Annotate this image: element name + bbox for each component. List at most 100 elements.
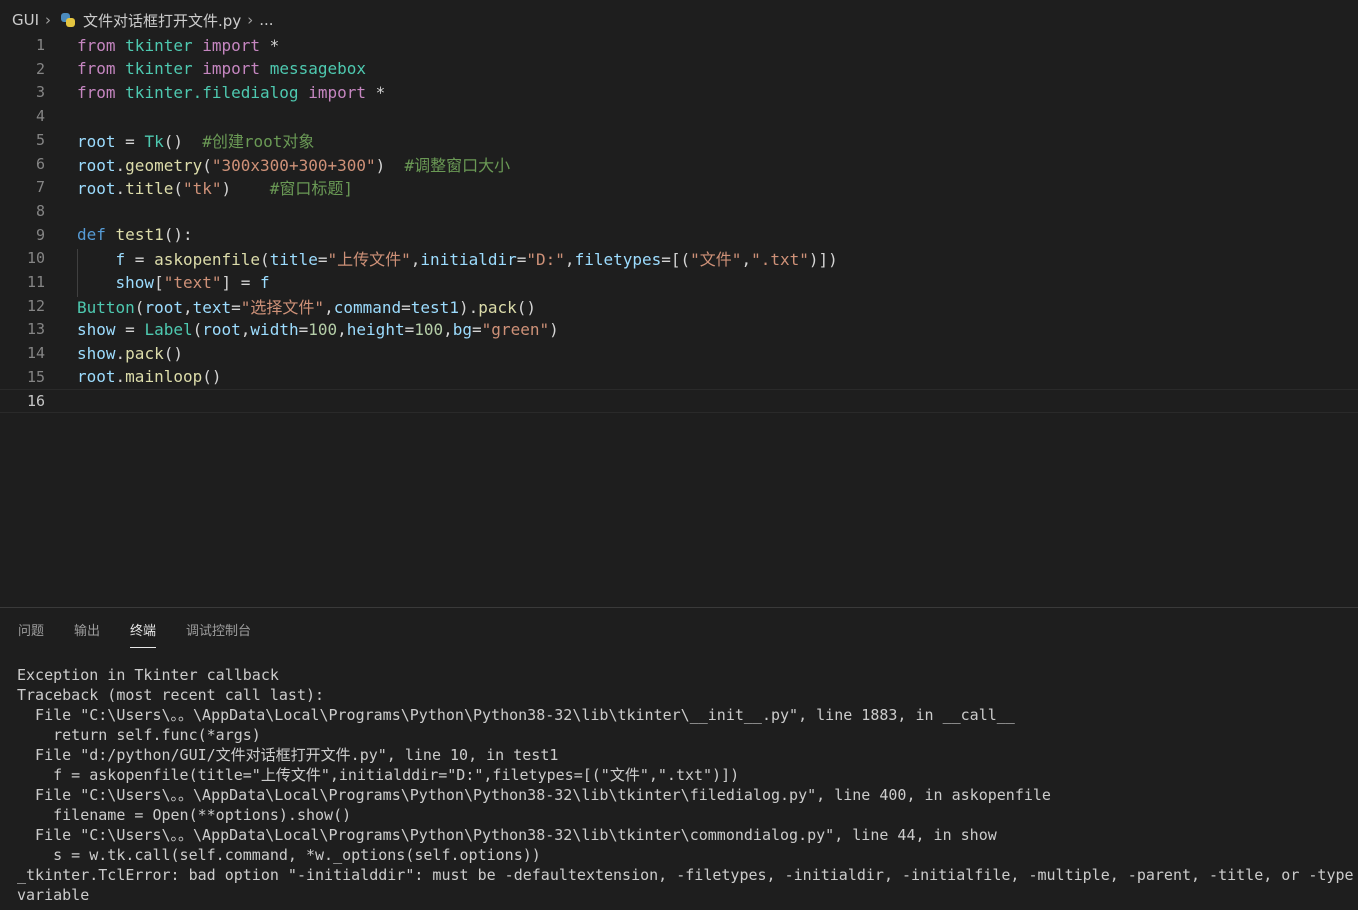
code-token: "上传文件" — [327, 250, 411, 270]
code-line[interactable]: 10 f = askopenfile(title="上传文件",initiald… — [0, 246, 1358, 270]
code-line[interactable]: 4 — [0, 104, 1358, 128]
tab-1[interactable]: 输出 — [74, 620, 100, 648]
breadcrumb-file[interactable]: 文件对话框打开文件.py — [83, 10, 241, 31]
code-token: pack — [478, 297, 517, 317]
code-token: "300x300+300+300" — [211, 155, 376, 175]
code-token: show — [77, 319, 116, 339]
code-token: = — [401, 297, 411, 317]
code-text: root.mainloop() — [77, 367, 222, 386]
code-line[interactable]: 12 Button(root,text="选择文件",command=test1)… — [0, 294, 1358, 318]
terminal-line: variable — [17, 886, 90, 904]
code-editor[interactable]: 1 from tkinter import * 2 from tkinter impo… — [0, 33, 1358, 608]
code-token: 100 — [308, 319, 338, 339]
code-token: )]) — [808, 250, 838, 270]
code-token: = — [516, 250, 527, 270]
code-token: root — [77, 179, 116, 199]
code-token: filetypes — [574, 250, 662, 270]
code-token: ) — [375, 155, 405, 175]
code-token: import — [308, 82, 366, 102]
code-line[interactable]: 9 def test1(): — [0, 223, 1358, 247]
terminal-line: s = w.tk.call(self.command, *w._options(… — [17, 846, 541, 864]
terminal-line: f = askopenfile(title="上传文件",initialddir… — [17, 766, 740, 784]
code-text: show.pack() — [77, 344, 183, 363]
line-number: 2 — [35, 59, 45, 78]
code-token: #窗口标题] — [269, 179, 353, 199]
code-token: . — [115, 155, 126, 175]
code-line[interactable]: 2 from tkinter import messagebox — [0, 57, 1358, 81]
code-token: from — [77, 82, 116, 102]
code-text: from tkinter.filedialog import * — [77, 83, 385, 102]
line-number: 10 — [26, 249, 45, 268]
code-line[interactable]: 6 root.geometry("300x300+300+300") #调整窗口大… — [0, 152, 1358, 176]
code-token: def — [77, 225, 106, 245]
code-token: ( — [260, 250, 270, 270]
code-token: 100 — [414, 319, 444, 339]
terminal-output[interactable]: Exception in Tkinter callback Traceback (… — [17, 665, 1354, 905]
code-token: geometry — [125, 155, 203, 175]
code-token: Tk — [144, 131, 164, 151]
code-token: = — [115, 319, 145, 339]
line-number: 11 — [26, 273, 45, 291]
code-token: tkinter.filedialog — [125, 82, 299, 102]
line-number: 7 — [35, 178, 45, 197]
terminal-line: Traceback (most recent call last): — [17, 686, 325, 704]
code-token: ] = — [221, 272, 261, 292]
code-token: , — [324, 297, 334, 317]
breadcrumb-folder[interactable]: GUI — [12, 11, 39, 29]
bottom-panel: 问题 输出 终端 调试控制台 Exception in Tkinter callbac… — [0, 607, 1358, 910]
tab-3[interactable]: 调试控制台 — [186, 620, 251, 648]
code-token: =[( — [661, 250, 691, 270]
code-token: from — [77, 59, 116, 79]
line-number: 3 — [35, 83, 45, 102]
code-token: tkinter — [125, 59, 193, 79]
code-line[interactable]: 16 — [0, 388, 1358, 413]
code-line[interactable]: 11 show["text"] = f — [0, 270, 1358, 294]
code-token: . — [115, 179, 126, 199]
code-line[interactable]: 13 show = Label(root,width=100,height=100… — [0, 317, 1358, 341]
chevron-right-icon: › — [45, 11, 52, 29]
code-token: root — [77, 155, 116, 175]
breadcrumb-more[interactable]: ... — [259, 11, 273, 29]
code-line[interactable]: 7 root.title("tk") #窗口标题] — [0, 175, 1358, 199]
code-token: root — [77, 131, 116, 151]
code-text: show = Label(root,width=100,height=100,b… — [77, 320, 559, 339]
code-token: = — [298, 319, 309, 339]
tab-2[interactable]: 终端 — [130, 620, 157, 648]
code-token: , — [240, 319, 251, 339]
line-number: 16 — [26, 391, 45, 410]
code-token: (): — [163, 225, 193, 245]
code-line[interactable]: 5 root = Tk() #创建root对象 — [0, 128, 1358, 152]
code-token: test1 — [115, 225, 164, 245]
code-token: [ — [154, 272, 164, 292]
code-text: def test1(): — [77, 225, 193, 244]
code-line[interactable]: 15 root.mainloop() — [0, 365, 1358, 389]
terminal-line: Exception in Tkinter callback — [17, 666, 279, 684]
code-token: import — [202, 35, 261, 55]
code-token: = — [231, 297, 241, 317]
code-token: from — [77, 35, 116, 55]
code-token: Label — [144, 319, 193, 339]
code-token: #创建root对象 — [202, 131, 315, 151]
code-line[interactable]: 8 — [0, 199, 1358, 223]
code-token: () — [163, 343, 183, 363]
code-token: ) — [549, 319, 559, 339]
code-text: root.geometry("300x300+300+300") #调整窗口大小 — [77, 152, 510, 176]
tab-0[interactable]: 问题 — [18, 620, 44, 648]
code-line[interactable]: 14 show.pack() — [0, 341, 1358, 365]
code-token: ( — [134, 297, 145, 317]
code-line[interactable]: 3 from tkinter.filedialog import * — [0, 80, 1358, 104]
code-token: = — [404, 319, 415, 339]
code-token: "green" — [481, 319, 550, 339]
terminal-line: File "C:\Users\。。\AppData\Local\Programs… — [17, 786, 1051, 804]
code-token: tkinter — [125, 35, 193, 55]
code-token: pack — [125, 343, 164, 363]
code-token: ) — [221, 179, 270, 199]
code-line[interactable]: 1 from tkinter import * — [0, 33, 1358, 57]
code-token: root — [202, 319, 241, 339]
code-token: test1 — [410, 297, 459, 317]
